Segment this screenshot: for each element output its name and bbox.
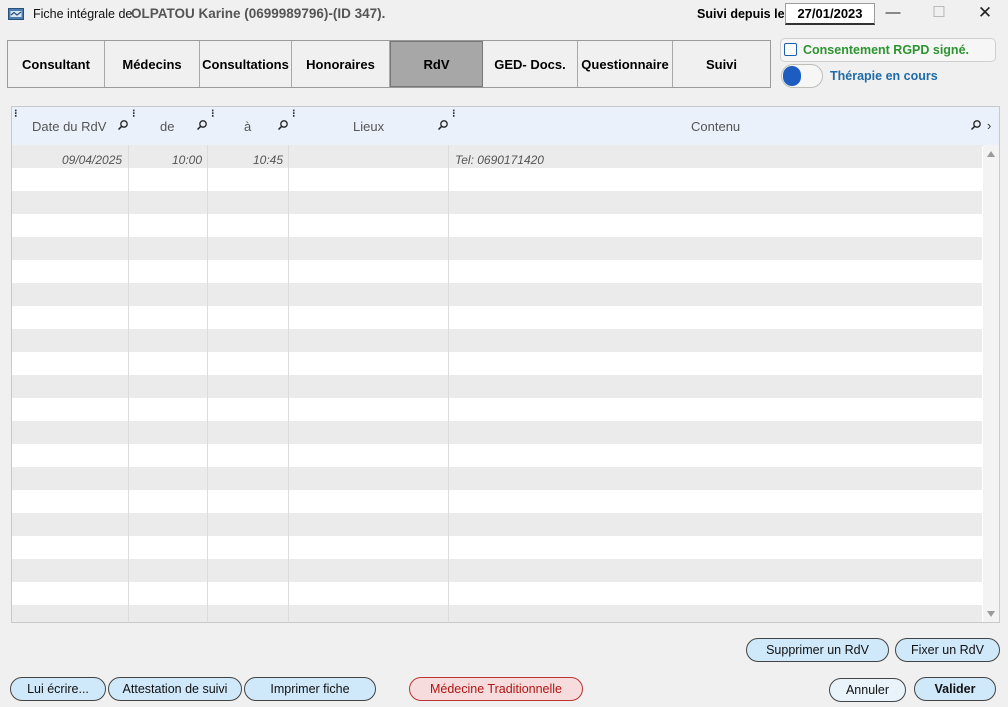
rgpd-label[interactable]: Consentement RGPD signé.	[803, 43, 969, 57]
search-icon[interactable]	[277, 119, 289, 131]
therapy-label: Thérapie en cours	[830, 69, 938, 83]
table-row[interactable]	[12, 375, 982, 398]
table-row[interactable]	[12, 260, 982, 283]
vertical-scrollbar[interactable]	[983, 145, 999, 622]
header-lieux[interactable]: Lieux	[353, 119, 384, 134]
tab-consultant[interactable]: Consultant	[8, 41, 105, 87]
tab-suivi[interactable]: Suivi	[673, 41, 770, 87]
rgpd-checkbox[interactable]	[784, 43, 797, 56]
cell-de[interactable]: 10:00	[172, 153, 202, 167]
tab-honoraires[interactable]: Honoraires	[292, 41, 390, 87]
patient-name: OLPATOU Karine (0699989796)-(ID 347).	[131, 6, 386, 21]
cell-a[interactable]: 10:45	[253, 153, 283, 167]
tab-ged-docs[interactable]: GED- Docs.	[483, 41, 578, 87]
table-row[interactable]	[12, 283, 982, 306]
table-row[interactable]	[12, 306, 982, 329]
annuler-button[interactable]: Annuler	[829, 678, 906, 702]
app-icon	[8, 8, 24, 20]
medecine-traditionnelle-button[interactable]: Médecine Traditionnelle	[409, 677, 583, 701]
header-a[interactable]: à	[244, 119, 251, 134]
table-row[interactable]	[12, 444, 982, 467]
search-icon[interactable]	[196, 119, 208, 131]
table-row[interactable]	[12, 467, 982, 490]
fixer-rdv-button[interactable]: Fixer un RdV	[895, 638, 1000, 662]
column-grip[interactable]: ⁝	[452, 107, 456, 120]
lui-ecrire-button[interactable]: Lui écrire...	[10, 677, 106, 701]
close-button[interactable]: ✕	[962, 0, 1008, 28]
column-grip[interactable]: ⁝	[211, 107, 215, 120]
table-body	[12, 145, 982, 622]
title-prefix: Fiche intégrale de	[33, 7, 133, 21]
table-row[interactable]	[12, 398, 982, 421]
imprimer-fiche-button[interactable]: Imprimer fiche	[244, 677, 376, 701]
scroll-up-icon[interactable]	[987, 151, 995, 157]
maximize-button[interactable]: ☐	[916, 0, 962, 28]
tab-questionnaire[interactable]: Questionnaire	[578, 41, 673, 87]
tab-consultations[interactable]: Consultations	[200, 41, 292, 87]
suivi-date-field[interactable]: 27/01/2023	[785, 3, 875, 25]
table-row[interactable]	[12, 490, 982, 513]
cell-contenu[interactable]: Tel: 0690171420	[455, 153, 544, 167]
header-contenu[interactable]: Contenu	[691, 119, 740, 134]
column-divider	[128, 145, 129, 622]
column-grip[interactable]: ⁝	[292, 107, 296, 120]
column-grip[interactable]: ⁝	[132, 107, 136, 120]
header-de[interactable]: de	[160, 119, 174, 134]
search-icon[interactable]	[970, 119, 982, 131]
attestation-button[interactable]: Attestation de suivi	[108, 677, 242, 701]
table-row[interactable]	[12, 582, 982, 605]
table-row[interactable]	[12, 191, 982, 214]
cell-date[interactable]: 09/04/2025	[62, 153, 122, 167]
table-row[interactable]	[12, 237, 982, 260]
table-row[interactable]	[12, 421, 982, 444]
minimize-button[interactable]: —	[870, 0, 916, 28]
supprimer-rdv-button[interactable]: Supprimer un RdV	[746, 638, 889, 662]
column-grip[interactable]: ⁝	[14, 107, 18, 120]
tab-rdv[interactable]: RdV	[390, 41, 483, 87]
header-date[interactable]: Date du RdV	[32, 119, 106, 134]
table-row[interactable]	[12, 513, 982, 536]
search-icon[interactable]	[437, 119, 449, 131]
table-row[interactable]	[12, 559, 982, 582]
chevron-right-icon[interactable]: ›	[987, 118, 991, 133]
column-divider	[207, 145, 208, 622]
tab-medecins[interactable]: Médecins	[105, 41, 200, 87]
table-header: ⁝ ⁝ ⁝ ⁝ ⁝ Date du RdV de à Lieux Contenu…	[12, 107, 999, 146]
suivi-label: Suivi depuis le	[697, 7, 785, 21]
therapy-toggle-knob[interactable]	[783, 66, 801, 86]
table-row[interactable]	[12, 329, 982, 352]
rdv-table: ⁝ ⁝ ⁝ ⁝ ⁝ Date du RdV de à Lieux Contenu…	[11, 106, 1000, 623]
column-divider	[448, 145, 449, 622]
valider-button[interactable]: Valider	[914, 677, 996, 701]
column-divider	[288, 145, 289, 622]
scroll-down-icon[interactable]	[987, 611, 995, 617]
table-row[interactable]	[12, 214, 982, 237]
tab-bar: Consultant Médecins Consultations Honora…	[7, 40, 771, 88]
table-row[interactable]	[12, 536, 982, 559]
table-row[interactable]	[12, 352, 982, 375]
search-icon[interactable]	[117, 119, 129, 131]
table-row[interactable]	[12, 168, 982, 191]
table-row[interactable]	[12, 605, 982, 622]
